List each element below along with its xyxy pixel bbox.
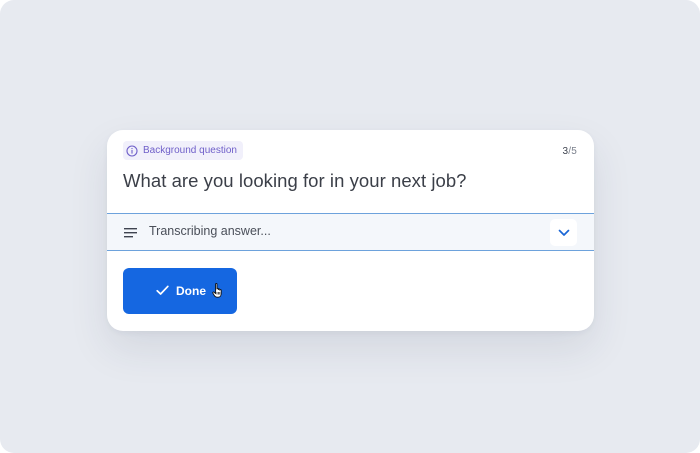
done-button[interactable]: Done — [123, 268, 237, 314]
counter-total: /5 — [568, 146, 577, 157]
question-card: Background question 3/5 What are you loo… — [107, 130, 594, 331]
chevron-down-icon — [558, 224, 570, 242]
tag-label: Background question — [143, 145, 237, 156]
done-label: Done — [176, 284, 206, 298]
lines-icon — [124, 226, 138, 244]
backdrop: Background question 3/5 What are you loo… — [0, 0, 700, 453]
info-icon — [126, 144, 138, 157]
background-question-tag: Background question — [123, 141, 243, 160]
question-text: What are you looking for in your next jo… — [123, 170, 467, 191]
check-icon — [156, 285, 169, 299]
hand-pointer-icon — [212, 282, 225, 302]
transcription-status: Transcribing answer... — [149, 224, 271, 238]
question-counter: 3/5 — [562, 146, 577, 157]
expand-transcription-button[interactable] — [550, 219, 577, 246]
transcription-panel[interactable]: Transcribing answer... — [107, 213, 594, 251]
